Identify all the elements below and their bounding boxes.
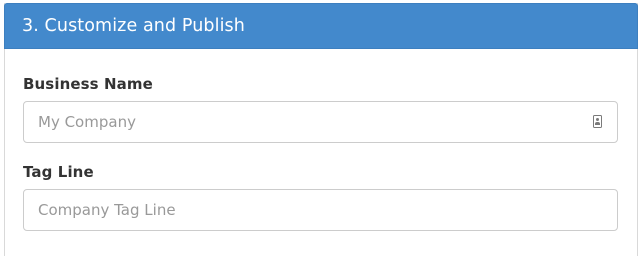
contact-card-icon[interactable] <box>593 115 602 128</box>
business-name-field-wrapper <box>23 101 618 143</box>
tag-line-field-wrapper <box>23 189 618 231</box>
tag-line-input[interactable] <box>24 190 617 230</box>
business-name-input[interactable] <box>24 102 617 142</box>
business-name-label: Business Name <box>23 75 153 93</box>
panel-body: Business Name Tag Line <box>5 75 637 231</box>
panel-header: 3. Customize and Publish <box>4 3 638 49</box>
panel-title: 3. Customize and Publish <box>22 16 245 36</box>
customize-publish-panel: 3. Customize and Publish Business Name T… <box>4 3 638 256</box>
tag-line-label: Tag Line <box>23 163 94 181</box>
